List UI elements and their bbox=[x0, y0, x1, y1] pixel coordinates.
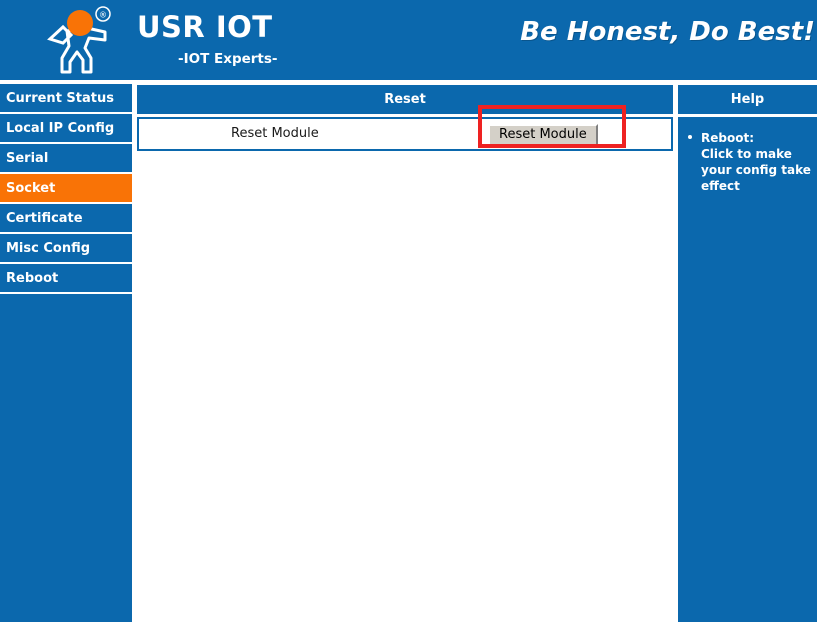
panel-title: Reset bbox=[137, 85, 673, 114]
help-panel: Help Reboot: Click to make your config t… bbox=[678, 85, 817, 622]
help-entry-reboot: Reboot: Click to make your config take e… bbox=[684, 130, 811, 194]
usr-running-man-logo-icon: ® bbox=[47, 6, 111, 74]
sidebar-item-socket[interactable]: Socket bbox=[0, 174, 132, 204]
help-entry-description: Click to make your config take effect bbox=[701, 147, 811, 193]
sidebar-item-certificate[interactable]: Certificate bbox=[0, 204, 132, 234]
brand-block: USR IOT -IOT Experts- bbox=[133, 10, 393, 68]
bullet-icon bbox=[688, 135, 692, 139]
sidebar-item-serial[interactable]: Serial bbox=[0, 144, 132, 174]
help-entry-term: Reboot: bbox=[701, 131, 754, 145]
main-content-panel: Reset Reset Module Reset Module bbox=[137, 85, 673, 622]
help-panel-title: Help bbox=[678, 85, 817, 117]
help-panel-body: Reboot: Click to make your config take e… bbox=[678, 117, 817, 194]
sidebar-item-current-status[interactable]: Current Status bbox=[0, 84, 132, 114]
brand-subtitle: -IOT Experts- bbox=[178, 51, 278, 67]
reset-module-row: Reset Module Reset Module bbox=[137, 117, 673, 151]
sidebar-item-misc-config[interactable]: Misc Config bbox=[0, 234, 132, 264]
sidebar-item-reboot[interactable]: Reboot bbox=[0, 264, 132, 294]
reset-module-label: Reset Module bbox=[231, 126, 319, 141]
sidebar-nav: Current Status Local IP Config Serial So… bbox=[0, 84, 132, 622]
trademark-symbol: ® bbox=[99, 11, 107, 20]
brand-title: USR IOT bbox=[137, 10, 273, 44]
page-header: ® USR IOT -IOT Experts- Be Honest, Do Be… bbox=[0, 0, 817, 80]
slogan-text: Be Honest, Do Best! bbox=[520, 17, 815, 47]
sidebar-item-local-ip-config[interactable]: Local IP Config bbox=[0, 114, 132, 144]
reset-module-button[interactable]: Reset Module bbox=[488, 124, 598, 146]
